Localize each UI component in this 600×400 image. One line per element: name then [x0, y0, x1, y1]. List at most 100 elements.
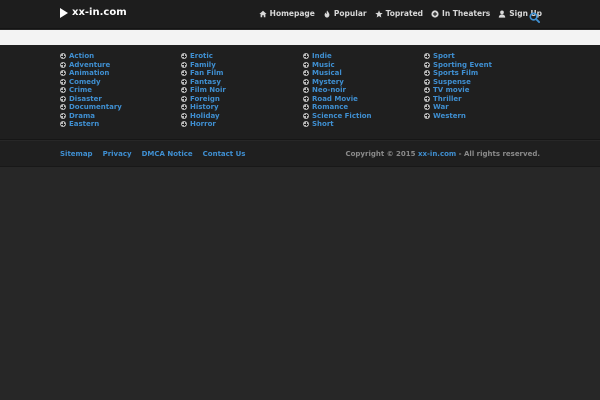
copyright-prefix: Copyright © 2015: [345, 150, 418, 158]
logo-text: xx-in.com: [72, 7, 127, 18]
plus-circle-icon: [424, 61, 430, 68]
genre-label: Horror: [190, 120, 216, 129]
plus-circle-icon: [181, 87, 187, 94]
genre-link[interactable]: Drama: [60, 112, 122, 121]
genre-label: Family: [190, 60, 216, 69]
genre-label: Adventure: [69, 60, 111, 69]
genre-link[interactable]: Documentary: [60, 103, 122, 112]
genre-label: Fan Film: [190, 69, 224, 78]
genre-link[interactable]: Family: [181, 61, 226, 70]
plus-circle-icon: [424, 78, 430, 85]
genre-link[interactable]: Foreign: [181, 95, 226, 104]
plus-circle-icon: [181, 112, 187, 119]
genre-link[interactable]: History: [181, 103, 226, 112]
site-logo[interactable]: xx-in.com: [60, 7, 127, 18]
genre-link[interactable]: Western: [424, 112, 492, 121]
copyright-suffix: - All rights reserved.: [456, 150, 540, 158]
genre-label: Suspense: [433, 77, 471, 86]
plus-circle-icon: [60, 70, 66, 77]
genre-link[interactable]: Action: [60, 52, 122, 61]
genre-link[interactable]: Short: [303, 120, 372, 129]
plus-circle-icon: [60, 61, 66, 68]
footer-link-contact[interactable]: Contact Us: [203, 150, 246, 158]
footer-link-sitemap[interactable]: Sitemap: [60, 150, 93, 158]
plus-circle-icon: [303, 61, 309, 68]
star-icon: [374, 9, 383, 17]
top-navbar: xx-in.com Homepage Popular Toprated In T…: [0, 0, 600, 29]
nav-toprated[interactable]: Toprated: [374, 9, 424, 18]
genre-link[interactable]: Comedy: [60, 78, 122, 87]
genre-label: Musical: [312, 69, 342, 78]
genre-label: Comedy: [69, 77, 101, 86]
genre-link[interactable]: Romance: [303, 103, 372, 112]
main-nav: Homepage Popular Toprated In Theaters Si…: [259, 9, 542, 18]
plus-circle-icon: [303, 70, 309, 77]
plus-circle-icon: [424, 104, 430, 111]
plus-circle-icon: [303, 104, 309, 111]
nav-popular[interactable]: Popular: [323, 9, 367, 18]
plus-circle-icon: [303, 87, 309, 94]
genre-link[interactable]: Mystery: [303, 78, 372, 87]
genre-link[interactable]: Adventure: [60, 61, 122, 70]
genre-link[interactable]: Film Noir: [181, 86, 226, 95]
genre-column-3: Indie Music Musical Mystery Neo-noir Road Mov…: [303, 52, 372, 129]
genre-label: TV movie: [433, 86, 470, 95]
genre-link[interactable]: Animation: [60, 69, 122, 78]
nav-popular-label: Popular: [333, 9, 367, 18]
footer-link-dmca[interactable]: DMCA Notice: [142, 150, 193, 158]
genre-link[interactable]: Suspense: [424, 78, 492, 87]
genre-link[interactable]: Erotic: [181, 52, 226, 61]
genre-link[interactable]: Road Movie: [303, 95, 372, 104]
genre-column-4: Sport Sporting Event Sports Film Suspense TV…: [424, 52, 492, 120]
circle-plus-icon: [431, 9, 439, 18]
plus-circle-icon: [424, 53, 430, 60]
genre-link[interactable]: Horror: [181, 120, 226, 129]
plus-circle-icon: [303, 112, 309, 119]
genre-link[interactable]: Musical: [303, 69, 372, 78]
genre-link[interactable]: Crime: [60, 86, 122, 95]
genre-link[interactable]: Science Fiction: [303, 112, 372, 121]
genre-link[interactable]: Sports Film: [424, 69, 492, 78]
plus-circle-icon: [424, 87, 430, 94]
genre-label: Documentary: [69, 103, 122, 112]
search-button[interactable]: [529, 8, 540, 23]
genre-link[interactable]: Fan Film: [181, 69, 226, 78]
genre-label: Animation: [69, 69, 110, 78]
genre-label: Fantasy: [190, 77, 221, 86]
footer-links: Sitemap Privacy DMCA Notice Contact Us: [60, 150, 245, 158]
plus-circle-icon: [60, 112, 66, 119]
light-divider-strip: [0, 30, 600, 45]
plus-circle-icon: [60, 78, 66, 85]
plus-circle-icon: [60, 87, 66, 94]
genre-link[interactable]: Neo-noir: [303, 86, 372, 95]
genre-link[interactable]: Disaster: [60, 95, 122, 104]
genre-label: Music: [312, 60, 335, 69]
plus-circle-icon: [424, 70, 430, 77]
genre-link[interactable]: Eastern: [60, 120, 122, 129]
genre-label: Indie: [312, 52, 332, 61]
genre-label: Romance: [312, 103, 349, 112]
genre-link[interactable]: Thriller: [424, 95, 492, 104]
genre-link[interactable]: Sport: [424, 52, 492, 61]
footer-link-privacy[interactable]: Privacy: [103, 150, 132, 158]
genre-link[interactable]: Fantasy: [181, 78, 226, 87]
plus-circle-icon: [181, 121, 187, 128]
copyright-site-link[interactable]: xx-in.com: [418, 150, 456, 158]
plus-circle-icon: [424, 95, 430, 102]
genre-link[interactable]: Holiday: [181, 112, 226, 121]
genre-label: Short: [312, 120, 334, 129]
genre-link[interactable]: Sporting Event: [424, 61, 492, 70]
genre-label: Science Fiction: [312, 111, 372, 120]
genre-label: Sport: [433, 52, 455, 61]
genre-link[interactable]: TV movie: [424, 86, 492, 95]
genre-link[interactable]: Music: [303, 61, 372, 70]
search-icon: [529, 12, 540, 23]
genre-column-1: Action Adventure Animation Comedy Crime Disas…: [60, 52, 122, 129]
nav-homepage[interactable]: Homepage: [259, 9, 315, 18]
plus-circle-icon: [60, 121, 66, 128]
genre-link[interactable]: Indie: [303, 52, 372, 61]
nav-in-theaters[interactable]: In Theaters: [431, 9, 490, 18]
genre-link[interactable]: War: [424, 103, 492, 112]
genre-label: Disaster: [69, 94, 102, 103]
nav-toprated-label: Toprated: [385, 9, 424, 18]
